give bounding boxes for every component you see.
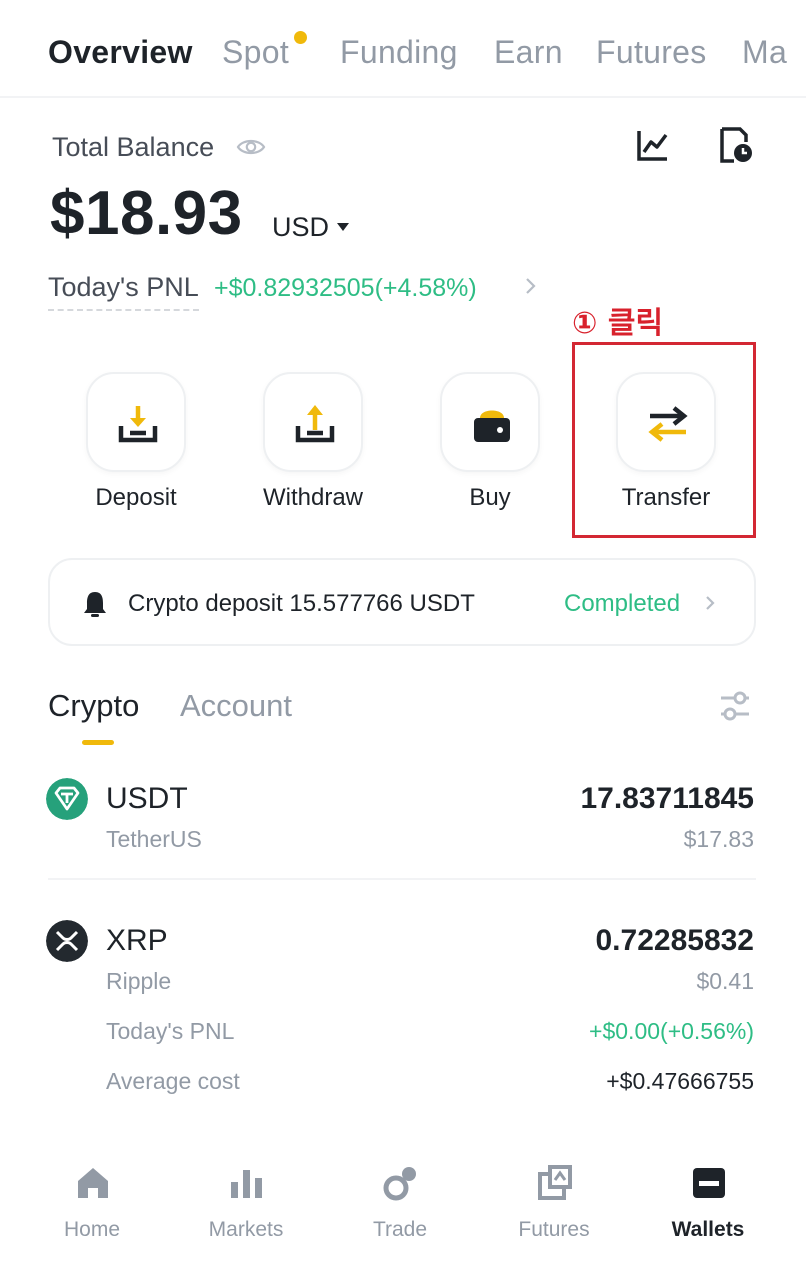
asset-amount: 0.72285832 [595,924,755,957]
notice-status: Completed [564,590,681,617]
asset-usd-value: $17.83 [683,826,754,852]
asset-name: TetherUS [106,826,202,852]
notice-text: Crypto deposit 15.577766 USDT [128,590,475,617]
transfer-icon-wrap [616,372,716,472]
asset-usd-value: $0.41 [696,968,754,994]
total-balance-label: Total Balance [52,132,215,162]
todays-pnl-value: +$0.82932505(+4.58%) [214,274,477,302]
top-tab-bar: Overview Spot Funding Earn Futures Ma [0,0,806,98]
asset-name: Ripple [106,968,172,994]
tether-icon [46,778,88,820]
asset-avg-cost-label: Average cost [106,1068,240,1094]
markets-icon [231,1170,262,1198]
wallet-buy-icon [474,410,510,442]
asset-symbol: XRP [106,924,168,957]
nav-home[interactable]: Home [22,1164,162,1254]
spot-notification-dot [294,31,307,44]
deposit-icon-wrap [86,372,186,472]
buy-label: Buy [469,484,511,511]
nav-futures[interactable]: Futures [484,1164,624,1254]
deposit-button[interactable]: Deposit [46,372,226,522]
deposit-icon [118,406,158,443]
nav-trade-label: Trade [372,1218,428,1241]
wallet-icon [693,1168,725,1198]
deposit-label: Deposit [95,484,177,511]
history-record-icon[interactable] [718,126,754,164]
trade-icon [383,1167,416,1201]
tab-account[interactable]: Account [180,688,292,724]
bell-icon [84,592,106,617]
nav-markets[interactable]: Markets [176,1164,316,1254]
withdraw-icon [295,405,335,443]
nav-home-label: Home [63,1218,121,1241]
tab-futures[interactable]: Futures [596,34,707,71]
caret-down-icon[interactable] [336,222,350,232]
active-tab-indicator [82,740,114,745]
buy-button[interactable]: Buy [400,372,580,522]
nav-futures-label: Futures [518,1218,590,1241]
row-divider [48,878,756,880]
annotation-click-label: ① 클릭 [572,306,664,341]
asset-pnl-value: +$0.00(+0.56%) [589,1018,754,1044]
deposit-notice-card[interactable]: Crypto deposit 15.577766 USDT Completed [48,558,756,646]
total-balance-value: $18.93 [50,179,243,248]
tab-overview[interactable]: Overview [48,34,193,71]
withdraw-icon-wrap [263,372,363,472]
nav-wallets-label: Wallets [671,1218,745,1241]
withdraw-button[interactable]: Withdraw [223,372,403,522]
xrp-icon [46,920,88,962]
withdraw-label: Withdraw [262,484,364,511]
line-chart-icon[interactable] [636,128,670,162]
tab-earn[interactable]: Earn [494,34,563,71]
tab-more[interactable]: Ma [742,34,787,71]
asset-symbol: USDT [106,782,188,815]
home-icon [78,1168,108,1198]
futures-icon [538,1165,572,1200]
nav-trade[interactable]: Trade [330,1164,470,1254]
chevron-right-icon [706,596,715,610]
nav-wallets[interactable]: Wallets [638,1164,778,1254]
currency-selector[interactable]: USD [272,212,329,243]
asset-avg-cost-value: +$0.47666755 [606,1068,754,1094]
asset-amount: 17.83711845 [580,782,754,815]
tab-crypto[interactable]: Crypto [48,688,139,724]
asset-pnl-label: Today's PNL [106,1018,235,1044]
chevron-right-icon[interactable] [524,276,538,296]
nav-markets-label: Markets [208,1218,284,1241]
bottom-nav-bar: Home Markets Trade Futures Wallets [0,1140,806,1266]
transfer-button[interactable]: Transfer [576,372,756,522]
transfer-label: Transfer [621,484,711,511]
todays-pnl-label[interactable]: Today's PNL [48,272,199,311]
transfer-icon [648,406,688,442]
filter-settings-icon[interactable] [718,690,752,722]
tab-funding[interactable]: Funding [340,34,458,71]
buy-icon-wrap [440,372,540,472]
eye-icon[interactable] [236,134,266,160]
tab-spot[interactable]: Spot [222,34,289,71]
